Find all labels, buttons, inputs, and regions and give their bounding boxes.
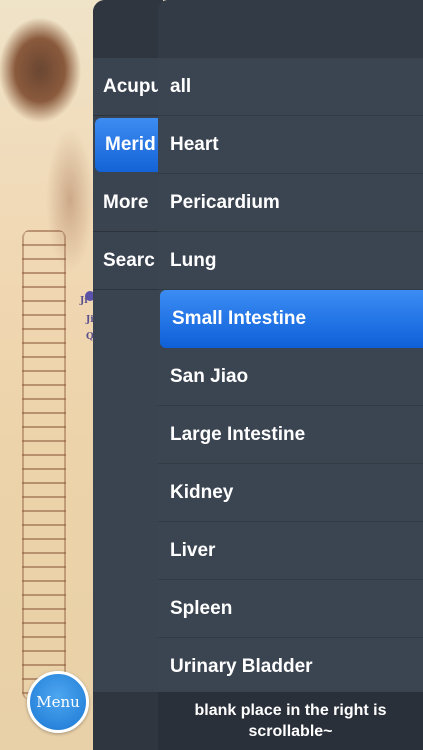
main-nav-panel: Acupu Merid More Searc — [93, 0, 163, 750]
meridian-item-pericardium[interactable]: Pericardium — [158, 174, 423, 232]
nav-item-meridians[interactable]: Merid — [95, 118, 163, 172]
app-screen: Ji Ji Q Acupu Merid More Searc all Heart… — [0, 0, 423, 750]
meridian-item-liver[interactable]: Liver — [158, 522, 423, 580]
meridian-item-urinary-bladder[interactable]: Urinary Bladder — [158, 638, 423, 696]
meridian-item-san-jiao[interactable]: San Jiao — [158, 348, 423, 406]
submenu-header — [158, 0, 423, 58]
meridian-item-spleen[interactable]: Spleen — [158, 580, 423, 638]
meridian-item-kidney[interactable]: Kidney — [158, 464, 423, 522]
meridian-item-all[interactable]: all — [158, 58, 423, 116]
meridian-submenu: all Heart Pericardium Lung Small Intesti… — [158, 0, 423, 750]
meridian-item-heart[interactable]: Heart — [158, 116, 423, 174]
acupoint-label: Ji — [80, 296, 88, 306]
main-nav-footer — [93, 692, 163, 750]
nav-item-acupoints[interactable]: Acupu — [93, 58, 163, 116]
meridian-item-large-intestine[interactable]: Large Intestine — [158, 406, 423, 464]
meridian-item-small-intestine[interactable]: Small Intestine — [160, 290, 423, 348]
main-nav-header — [93, 0, 163, 58]
scroll-hint-text: blank place in the right is scrollable~ — [158, 692, 423, 750]
spine-illustration — [22, 230, 66, 700]
nav-item-more[interactable]: More — [93, 174, 163, 232]
menu-button[interactable]: Menu — [27, 671, 89, 733]
nav-item-search[interactable]: Searc — [93, 232, 163, 290]
meridian-item-lung[interactable]: Lung — [158, 232, 423, 290]
